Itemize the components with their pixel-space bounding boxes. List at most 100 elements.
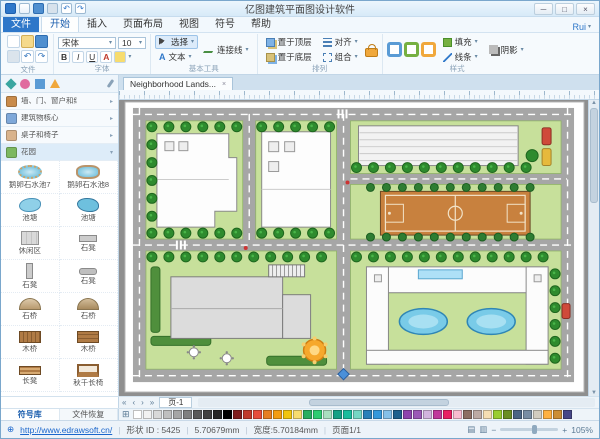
bold-button[interactable]: B <box>58 51 70 63</box>
diamond-shape-icon[interactable] <box>5 78 16 89</box>
italic-button[interactable]: I <box>72 51 84 63</box>
symbol-cell[interactable]: 池塘 <box>60 194 119 227</box>
shadow-button[interactable]: 阴影 ▾ <box>485 43 528 57</box>
circle-shape-icon[interactable] <box>20 79 30 89</box>
color-swatch[interactable] <box>303 410 312 419</box>
pan-icon[interactable]: ▥ <box>479 424 487 435</box>
color-swatch[interactable] <box>513 410 522 419</box>
send-to-back-button[interactable]: 置于底层 <box>262 50 316 64</box>
style-thumb[interactable] <box>421 42 436 57</box>
symbol-cell[interactable]: 石桥 <box>1 293 60 326</box>
color-swatch[interactable] <box>133 410 142 419</box>
color-swatch[interactable] <box>553 410 562 419</box>
align-button[interactable]: 对齐 ▾ <box>319 35 362 49</box>
color-swatch[interactable] <box>203 410 212 419</box>
square-shape-icon[interactable] <box>35 79 45 89</box>
fit-page-icon[interactable]: ▤ <box>467 424 475 435</box>
symbol-cell[interactable]: 秋千长椅 <box>60 359 119 392</box>
fill-button[interactable]: 填充 ▾ <box>439 35 482 49</box>
color-swatch[interactable] <box>243 410 252 419</box>
color-swatch[interactable] <box>323 410 332 419</box>
color-swatch[interactable] <box>493 410 502 419</box>
color-swatch[interactable] <box>253 410 262 419</box>
lock-icon[interactable] <box>365 48 378 57</box>
connector-tool-button[interactable]: 连接线 ▾ <box>201 43 253 57</box>
color-swatch[interactable] <box>473 410 482 419</box>
scroll-up-icon[interactable]: ▲ <box>591 100 597 106</box>
style-thumb[interactable] <box>404 42 419 57</box>
color-swatch[interactable] <box>383 410 392 419</box>
scrollbar-thumb[interactable] <box>590 108 598 203</box>
symbol-cell[interactable]: 木桥 <box>1 326 60 359</box>
style-gallery[interactable] <box>387 42 436 57</box>
open-icon[interactable] <box>21 35 34 48</box>
website-link[interactable]: http://www.edrawsoft.cn/ <box>20 425 112 435</box>
symbol-cell[interactable]: 长凳 <box>1 359 60 392</box>
color-swatch[interactable] <box>213 410 222 419</box>
font-size-select[interactable]: 10 ▾ <box>118 37 146 49</box>
color-swatch[interactable] <box>353 410 362 419</box>
select-tool-button[interactable]: 选择 ▾ <box>155 35 198 49</box>
color-swatch[interactable] <box>293 410 302 419</box>
print-file-icon[interactable] <box>7 50 20 63</box>
color-swatch[interactable] <box>163 410 172 419</box>
zoom-slider[interactable] <box>500 428 558 431</box>
symbol-cell[interactable]: 池塘 <box>1 194 60 227</box>
zoom-in-icon[interactable]: + <box>562 425 567 435</box>
color-swatch[interactable] <box>523 410 532 419</box>
text-tool-button[interactable]: A 文本 ▾ <box>155 50 198 64</box>
prev-page-button[interactable]: ‹ <box>129 398 138 407</box>
font-color-button[interactable]: A <box>100 51 112 63</box>
color-swatch[interactable] <box>273 410 282 419</box>
color-swatch[interactable] <box>423 410 432 419</box>
print-icon[interactable] <box>47 3 58 14</box>
pin-icon[interactable] <box>107 79 115 88</box>
triangle-shape-icon[interactable] <box>50 79 60 88</box>
color-swatch[interactable] <box>313 410 322 419</box>
color-swatch[interactable] <box>403 410 412 419</box>
color-swatch[interactable] <box>393 410 402 419</box>
last-page-button[interactable]: » <box>147 398 157 407</box>
color-swatch[interactable] <box>223 410 232 419</box>
category-garden[interactable]: 花园 ▾ <box>1 144 118 161</box>
zoom-slider-knob[interactable] <box>532 425 537 434</box>
color-swatch[interactable] <box>363 410 372 419</box>
highlight-color-button[interactable] <box>114 51 126 63</box>
font-name-select[interactable]: 宋体 ▾ <box>58 37 116 49</box>
maximize-button[interactable]: □ <box>555 3 574 15</box>
symbol-cell[interactable]: 木桥 <box>60 326 119 359</box>
color-swatch[interactable] <box>543 410 552 419</box>
page-tab[interactable]: 页-1 <box>159 397 192 408</box>
category-walls-doors-windows[interactable]: 墙、门、窗户和结构 ▸ <box>1 93 118 110</box>
tab-file-recovery[interactable]: 文件恢复 <box>60 409 119 420</box>
color-swatch[interactable] <box>173 410 182 419</box>
color-swatch[interactable] <box>263 410 272 419</box>
symbol-cell[interactable]: 休闲区 <box>1 227 60 260</box>
color-swatch[interactable] <box>533 410 542 419</box>
first-page-button[interactable]: « <box>119 398 129 407</box>
color-swatch[interactable] <box>563 410 572 419</box>
close-button[interactable]: × <box>576 3 595 15</box>
category-building-core[interactable]: 建筑物核心 ▸ <box>1 110 118 127</box>
next-page-button[interactable]: › <box>138 398 147 407</box>
color-swatch[interactable] <box>193 410 202 419</box>
color-swatch[interactable] <box>333 410 342 419</box>
close-tab-icon[interactable]: × <box>222 81 226 88</box>
color-swatch[interactable] <box>453 410 462 419</box>
color-swatch[interactable] <box>283 410 292 419</box>
minimize-button[interactable]: ─ <box>534 3 553 15</box>
save-icon[interactable] <box>33 3 44 14</box>
symbol-cell[interactable]: 石凳 <box>60 260 119 293</box>
color-swatch[interactable] <box>373 410 382 419</box>
color-swatch[interactable] <box>183 410 192 419</box>
color-swatch[interactable] <box>343 410 352 419</box>
color-swatch[interactable] <box>433 410 442 419</box>
tab-symbol-library[interactable]: 符号库 <box>1 409 60 420</box>
category-tables-chairs[interactable]: 桌子和椅子 ▸ <box>1 127 118 144</box>
symbol-cell[interactable]: 鹅卵石水池7 <box>1 161 60 194</box>
line-button[interactable]: 线条 ▾ <box>439 50 482 64</box>
symbol-cell[interactable]: 鹅卵石水池8 <box>60 161 119 194</box>
save-file-icon[interactable] <box>35 35 48 48</box>
color-swatch[interactable] <box>143 410 152 419</box>
scrollbar-thumb[interactable] <box>309 399 449 406</box>
